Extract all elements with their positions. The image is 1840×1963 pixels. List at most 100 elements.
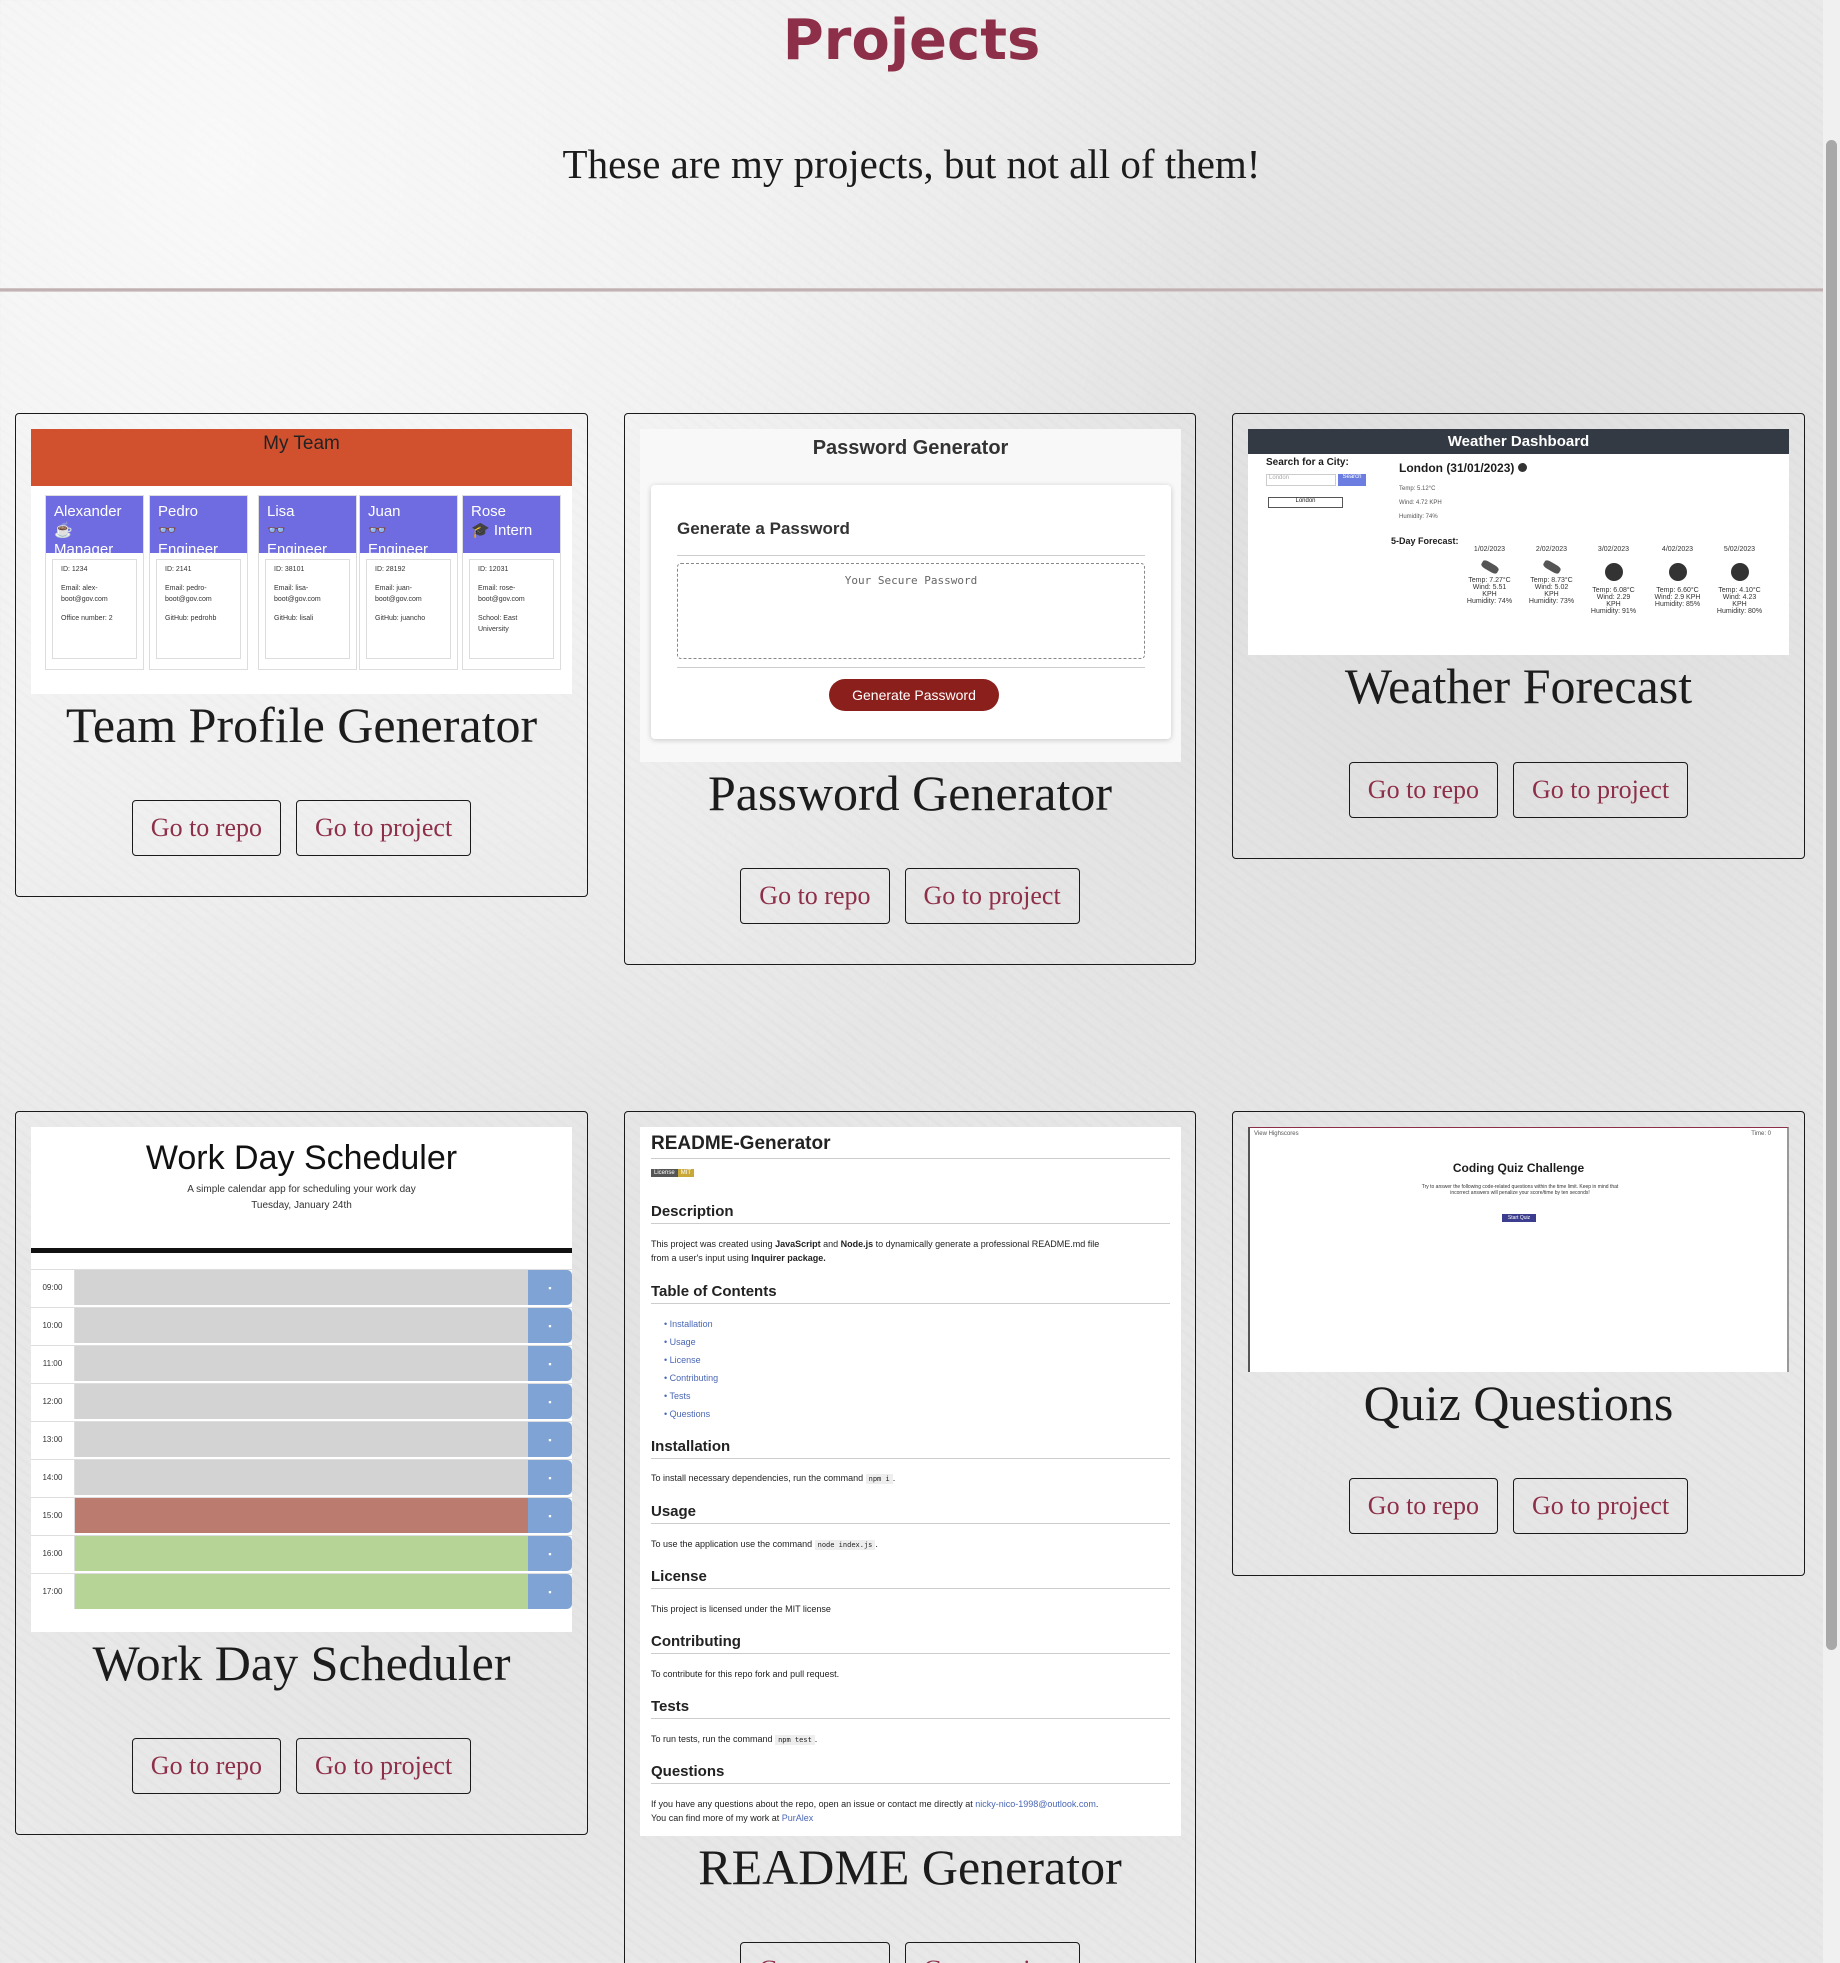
readme-heading: Usage — [651, 1503, 1170, 1524]
toc-item: • Contributing — [664, 1373, 719, 1383]
go-to-repo-button[interactable]: Go to repo — [740, 1942, 890, 1963]
quiz-title: Coding Quiz Challenge — [1452, 1161, 1585, 1175]
readme-paragraph: If you have any questions about the repo… — [651, 1799, 1099, 1823]
readme-heading: License — [651, 1568, 1170, 1589]
project-title: README Generator — [698, 1839, 1122, 1895]
toc-item: • Questions — [664, 1409, 711, 1419]
weather-icon — [1730, 563, 1749, 581]
member-email: Email: rose-boot@gov.com — [478, 585, 525, 603]
readme-heading: Tests — [651, 1698, 1170, 1719]
scheduler-title: Work Day Scheduler — [145, 1139, 458, 1177]
weather-temp: Temp: 5.12°C — [1399, 486, 1436, 492]
page-subtitle: These are my projects, but not all of th… — [562, 141, 1261, 187]
go-to-project-button[interactable]: Go to project — [1513, 762, 1689, 818]
forecast-day: 2/02/2023 Temp: 8.73°C Wind: 5.02 KPH Humid… — [1528, 546, 1575, 605]
project-screenshot-quiz: View Highscores Time: 0 Coding Quiz Chal… — [1248, 1127, 1789, 1372]
time-block-input — [75, 1536, 528, 1571]
weather-header: Weather Dashboard — [1248, 429, 1789, 454]
time-label: 09:00 — [31, 1270, 75, 1305]
member-role: Engineer — [158, 541, 219, 558]
member-email: Email: lisa-boot@gov.com — [274, 585, 321, 603]
project-title: Weather Forecast — [1344, 658, 1693, 714]
member-role: Engineer — [267, 541, 328, 558]
go-to-project-button[interactable]: Go to project — [296, 1738, 472, 1794]
go-to-project-button[interactable]: Go to project — [904, 868, 1080, 924]
readme-heading: Table of Contents — [651, 1283, 1170, 1304]
readme-heading: Contributing — [651, 1633, 1170, 1654]
time-block: 14:00 ▪ — [31, 1459, 572, 1495]
forecast-day: 4/02/2023 Temp: 6.60°C Wind: 2.9 KPH Humidi… — [1654, 546, 1701, 608]
scheduler-date: Tuesday, January 24th — [251, 1200, 352, 1211]
member-name: Rose — [471, 503, 507, 520]
time-block: 17:00 ▪ — [31, 1573, 572, 1609]
time-block: 10:00 ▪ — [31, 1307, 572, 1343]
readme-heading: Description — [651, 1203, 1170, 1224]
time-block-input — [75, 1346, 528, 1381]
time-block-input — [75, 1384, 528, 1419]
quiz-timer: Time: 0 — [1751, 1131, 1771, 1137]
section-divider — [0, 288, 1823, 292]
cloud-icon — [1479, 559, 1500, 575]
go-to-repo-button[interactable]: Go to repo — [1348, 762, 1498, 818]
project-card-readme-generator: README-Generator License MIT Description … — [624, 1111, 1196, 1963]
time-block-input — [75, 1308, 528, 1343]
member-id: ID: 28192 — [375, 566, 406, 573]
forecast-day: 3/02/2023 Temp: 6.08°C Wind: 2.29 KPH Humid… — [1590, 546, 1637, 615]
password-card-title: Generate a Password — [677, 519, 850, 538]
readme-paragraph: To install necessary dependencies, run t… — [651, 1473, 896, 1484]
member-id: ID: 1234 — [61, 566, 88, 573]
member-role: Engineer — [368, 541, 429, 558]
project-card-password-generator: Password Generator Generate a Password Y… — [624, 413, 1196, 965]
go-to-repo-button[interactable]: Go to repo — [740, 868, 890, 924]
readme-paragraph: To use the application use the command n… — [651, 1539, 878, 1550]
readme-paragraph: This project was created using JavaScrip… — [651, 1239, 1100, 1263]
member-name: Juan — [368, 503, 401, 520]
member-extra: GitHub: lisali — [274, 615, 314, 622]
project-title: Quiz Questions — [1363, 1375, 1674, 1431]
member-extra: Office number: 2 — [61, 615, 113, 622]
go-to-repo-button[interactable]: Go to repo — [131, 1738, 281, 1794]
cloud-icon — [1541, 559, 1562, 575]
generate-password-button: Generate Password — [829, 679, 999, 711]
member-email: Email: juan-boot@gov.com — [375, 585, 422, 603]
project-title: Work Day Scheduler — [92, 1635, 511, 1691]
project-screenshot-readme: README-Generator License MIT Description … — [640, 1127, 1181, 1836]
time-block-input — [75, 1422, 528, 1457]
go-to-repo-button[interactable]: Go to repo — [1348, 1478, 1498, 1534]
member-card: Alexander ☕ Manager ID: 1234 Email: alex-b… — [45, 495, 144, 670]
weather-search-label: Search for a City: — [1266, 457, 1349, 468]
save-icon: ▪ — [528, 1346, 572, 1381]
toc-item: • License — [664, 1355, 701, 1365]
go-to-repo-button[interactable]: Go to repo — [131, 800, 281, 856]
go-to-project-button[interactable]: Go to project — [904, 1942, 1080, 1963]
scheduler-tagline: A simple calendar app for scheduling you… — [187, 1184, 416, 1195]
member-name: Pedro — [158, 503, 199, 520]
member-email: Email: pedro-boot@gov.com — [165, 585, 212, 603]
readme-heading: Questions — [651, 1763, 1170, 1784]
time-block: 11:00 ▪ — [31, 1345, 572, 1381]
readme-paragraph: To run tests, run the command npm test. — [651, 1734, 818, 1745]
project-screenshot-team-profile: My Team Alexander ☕ Manager ID: 1234 Email… — [31, 429, 572, 694]
weather-city: London (31/01/2023) — [1399, 461, 1515, 475]
password-textarea: Your Secure Password — [677, 563, 1145, 659]
time-label: 10:00 — [31, 1308, 75, 1343]
time-block: 13:00 ▪ — [31, 1421, 572, 1457]
time-label: 14:00 — [31, 1460, 75, 1495]
save-icon: ▪ — [528, 1574, 572, 1609]
go-to-project-button[interactable]: Go to project — [1513, 1478, 1689, 1534]
scrollbar-thumb[interactable] — [1826, 140, 1837, 1650]
project-title: Password Generator — [707, 765, 1113, 821]
toc-item: • Installation — [664, 1319, 713, 1329]
member-id: ID: 2141 — [165, 566, 192, 573]
team-header: My Team — [31, 429, 572, 486]
go-to-project-button[interactable]: Go to project — [296, 800, 472, 856]
time-block: 16:00 ▪ — [31, 1535, 572, 1571]
project-card-work-day-scheduler: Work Day Scheduler A simple calendar app… — [15, 1111, 588, 1835]
save-icon: ▪ — [528, 1536, 572, 1571]
weather-icon — [1517, 463, 1527, 472]
weather-search-button: Search — [1338, 474, 1366, 486]
save-icon: ▪ — [528, 1384, 572, 1419]
readme-paragraph: To contribute for this repo fork and pul… — [651, 1669, 840, 1679]
weather-history-button: London — [1268, 497, 1343, 508]
time-block: 12:00 ▪ — [31, 1383, 572, 1419]
